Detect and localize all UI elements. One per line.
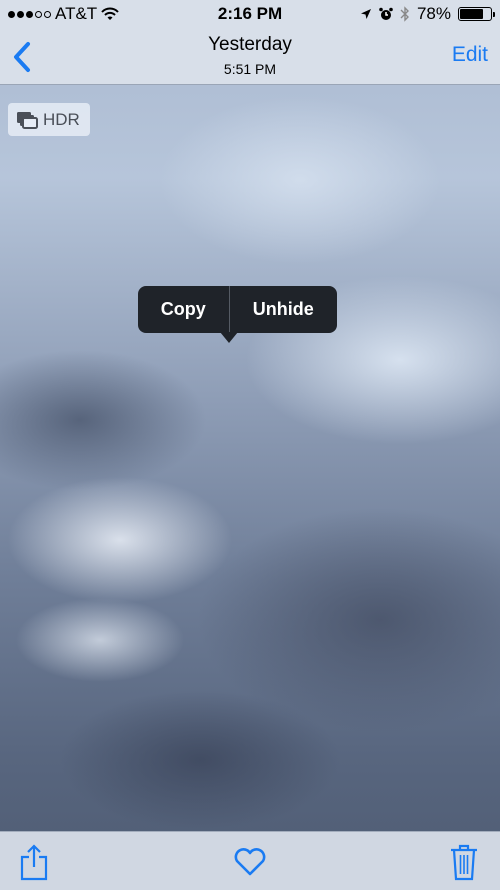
hdr-badge: HDR xyxy=(8,103,90,136)
heart-icon xyxy=(234,848,266,876)
hdr-layers-icon xyxy=(17,111,38,129)
alarm-icon xyxy=(379,7,393,21)
favorite-button[interactable] xyxy=(232,842,268,882)
trash-icon xyxy=(451,844,477,881)
navigation-bar: Yesterday 5:51 PM Edit xyxy=(0,28,500,85)
context-menu-pointer xyxy=(220,332,238,343)
share-icon xyxy=(20,844,48,881)
menu-item-unhide[interactable]: Unhide xyxy=(230,286,337,333)
battery-icon xyxy=(458,7,495,21)
battery-percent: 78% xyxy=(416,4,451,23)
hdr-label: HDR xyxy=(43,109,80,129)
bottom-toolbar xyxy=(0,831,500,890)
nav-subtitle: 5:51 PM xyxy=(223,61,277,77)
status-bar: AT&T 2:16 PM 78% xyxy=(0,0,500,28)
edit-button[interactable]: Edit xyxy=(452,43,488,67)
location-arrow-icon xyxy=(360,8,372,20)
battery-level xyxy=(460,9,484,19)
bluetooth-icon xyxy=(400,6,410,22)
delete-button[interactable] xyxy=(446,842,482,882)
nav-title: Yesterday xyxy=(208,34,292,55)
menu-item-copy[interactable]: Copy xyxy=(138,286,229,333)
context-menu: Copy Unhide xyxy=(138,286,337,333)
share-button[interactable] xyxy=(16,842,52,882)
